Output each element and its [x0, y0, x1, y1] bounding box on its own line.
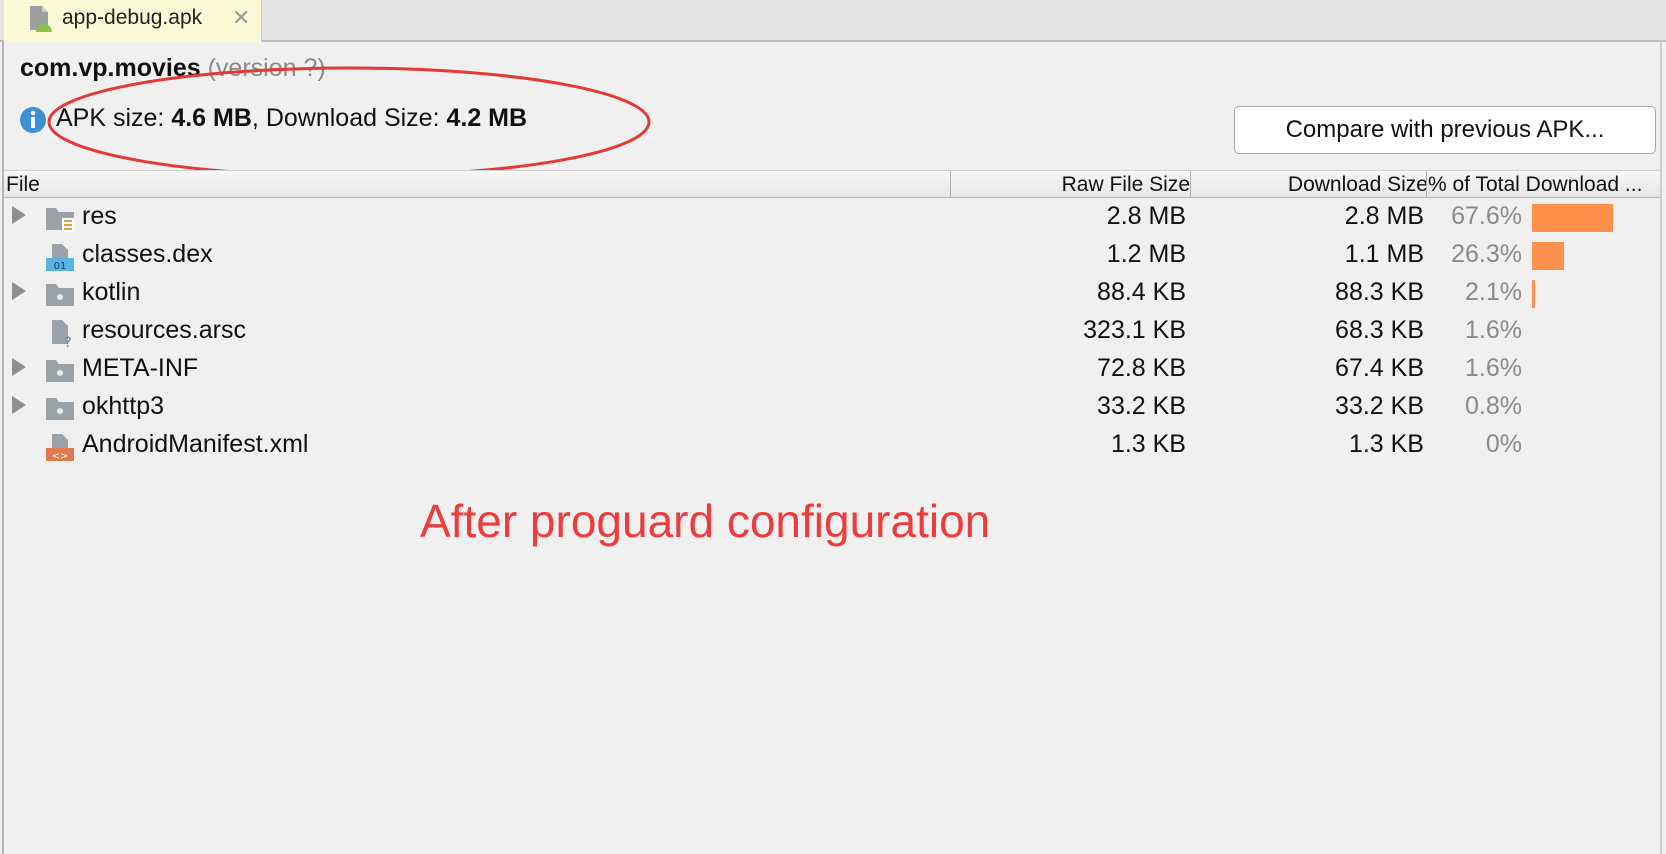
percent: 0%: [1485, 430, 1522, 458]
column-header-file[interactable]: File: [6, 173, 40, 197]
apk-size-value: 4.6 MB: [171, 104, 252, 132]
raw-size: 33.2 KB: [1097, 392, 1186, 420]
svg-text:01: 01: [54, 261, 67, 272]
expand-arrow-icon[interactable]: [12, 396, 26, 414]
folder-icon: [46, 360, 74, 382]
table-row[interactable]: kotlin 88.4 KB 88.3 KB 2.1%: [4, 274, 1660, 312]
file-name: AndroidManifest.xml: [82, 430, 309, 458]
annotation-caption: After proguard configuration: [420, 495, 991, 547]
download-size: 33.2 KB: [1335, 392, 1424, 420]
percent-bar: [1532, 280, 1535, 308]
column-divider[interactable]: [950, 171, 951, 197]
table-row[interactable]: <> AndroidManifest.xml 1.3 KB 1.3 KB 0%: [4, 426, 1660, 464]
percent: 26.3%: [1451, 240, 1522, 268]
table-row[interactable]: 01 classes.dex 1.2 MB 1.1 MB 26.3%: [4, 236, 1660, 274]
table-row[interactable]: META-INF 72.8 KB 67.4 KB 1.6%: [4, 350, 1660, 388]
column-header-raw-size[interactable]: Raw File Size: [1062, 173, 1190, 197]
download-size-value: 4.2 MB: [446, 104, 528, 132]
raw-size: 1.3 KB: [1110, 430, 1186, 458]
table-header: File Raw File Size Download Size % of To…: [4, 170, 1660, 198]
folder-icon: [46, 284, 74, 306]
apk-size-summary: APK size: 4.6 MB, Download Size: 4.2 MB: [56, 104, 527, 133]
file-name: okhttp3: [82, 392, 165, 420]
column-header-download-size[interactable]: Download Size: [1288, 173, 1428, 197]
editor-tab-bar: app-debug.apk ✕: [0, 0, 1666, 42]
package-version: (version ?): [207, 54, 326, 82]
package-name: com.vp.movies: [20, 54, 201, 82]
download-size-label: Download Size:: [265, 104, 447, 132]
file-name: META-INF: [82, 354, 199, 382]
close-icon[interactable]: ✕: [232, 5, 250, 31]
percent: 1.6%: [1465, 354, 1522, 382]
file-name: res: [82, 202, 117, 230]
column-divider[interactable]: [1426, 171, 1427, 197]
table-row[interactable]: res 2.8 MB 2.8 MB 67.6%: [4, 198, 1660, 236]
percent: 0.8%: [1465, 392, 1522, 420]
dex-file-icon: 01: [46, 244, 74, 272]
raw-size: 2.8 MB: [1106, 202, 1186, 230]
column-header-percent[interactable]: % of Total Download ...: [1428, 173, 1658, 197]
apk-size-label: APK size:: [56, 104, 172, 132]
raw-size: 323.1 KB: [1083, 316, 1186, 344]
expand-arrow-icon[interactable]: [12, 358, 26, 376]
svg-text:<>: <>: [52, 451, 69, 462]
download-size: 88.3 KB: [1335, 278, 1424, 306]
download-size: 2.8 MB: [1344, 202, 1424, 230]
compare-apk-button[interactable]: Compare with previous APK...: [1234, 106, 1656, 154]
tab-app-debug-apk[interactable]: app-debug.apk ✕: [4, 0, 262, 42]
package-title: com.vp.movies (version ?): [20, 54, 326, 83]
download-size: 67.4 KB: [1335, 354, 1424, 382]
tab-label: app-debug.apk: [62, 6, 203, 29]
res-folder-icon: [46, 208, 74, 232]
table-row[interactable]: okhttp3 33.2 KB 33.2 KB 0.8%: [4, 388, 1660, 426]
raw-size: 88.4 KB: [1097, 278, 1186, 306]
percent: 2.1%: [1465, 278, 1522, 306]
apk-file-icon: [30, 6, 52, 32]
expand-arrow-icon[interactable]: [12, 282, 26, 300]
xml-file-icon: <>: [46, 434, 74, 462]
download-size: 1.3 KB: [1348, 430, 1424, 458]
percent-bar: [1532, 242, 1564, 270]
table-row[interactable]: ? resources.arsc 323.1 KB 68.3 KB 1.6%: [4, 312, 1660, 350]
download-size: 1.1 MB: [1344, 240, 1424, 268]
folder-icon: [46, 398, 74, 420]
percent: 1.6%: [1465, 316, 1522, 344]
percent: 67.6%: [1451, 202, 1522, 230]
raw-size: 72.8 KB: [1097, 354, 1186, 382]
unknown-file-icon: ?: [52, 320, 72, 348]
download-size: 68.3 KB: [1335, 316, 1424, 344]
column-divider[interactable]: [1190, 171, 1191, 197]
file-name: kotlin: [82, 278, 141, 306]
raw-size: 1.2 MB: [1106, 240, 1186, 268]
svg-text:?: ?: [64, 335, 71, 348]
size-separator: ,: [251, 104, 266, 132]
window-frame-right: [1660, 42, 1662, 854]
file-name: classes.dex: [82, 240, 213, 268]
info-icon: [20, 107, 46, 133]
percent-bar: [1532, 204, 1614, 232]
file-name: resources.arsc: [82, 316, 246, 344]
expand-arrow-icon[interactable]: [12, 206, 26, 224]
